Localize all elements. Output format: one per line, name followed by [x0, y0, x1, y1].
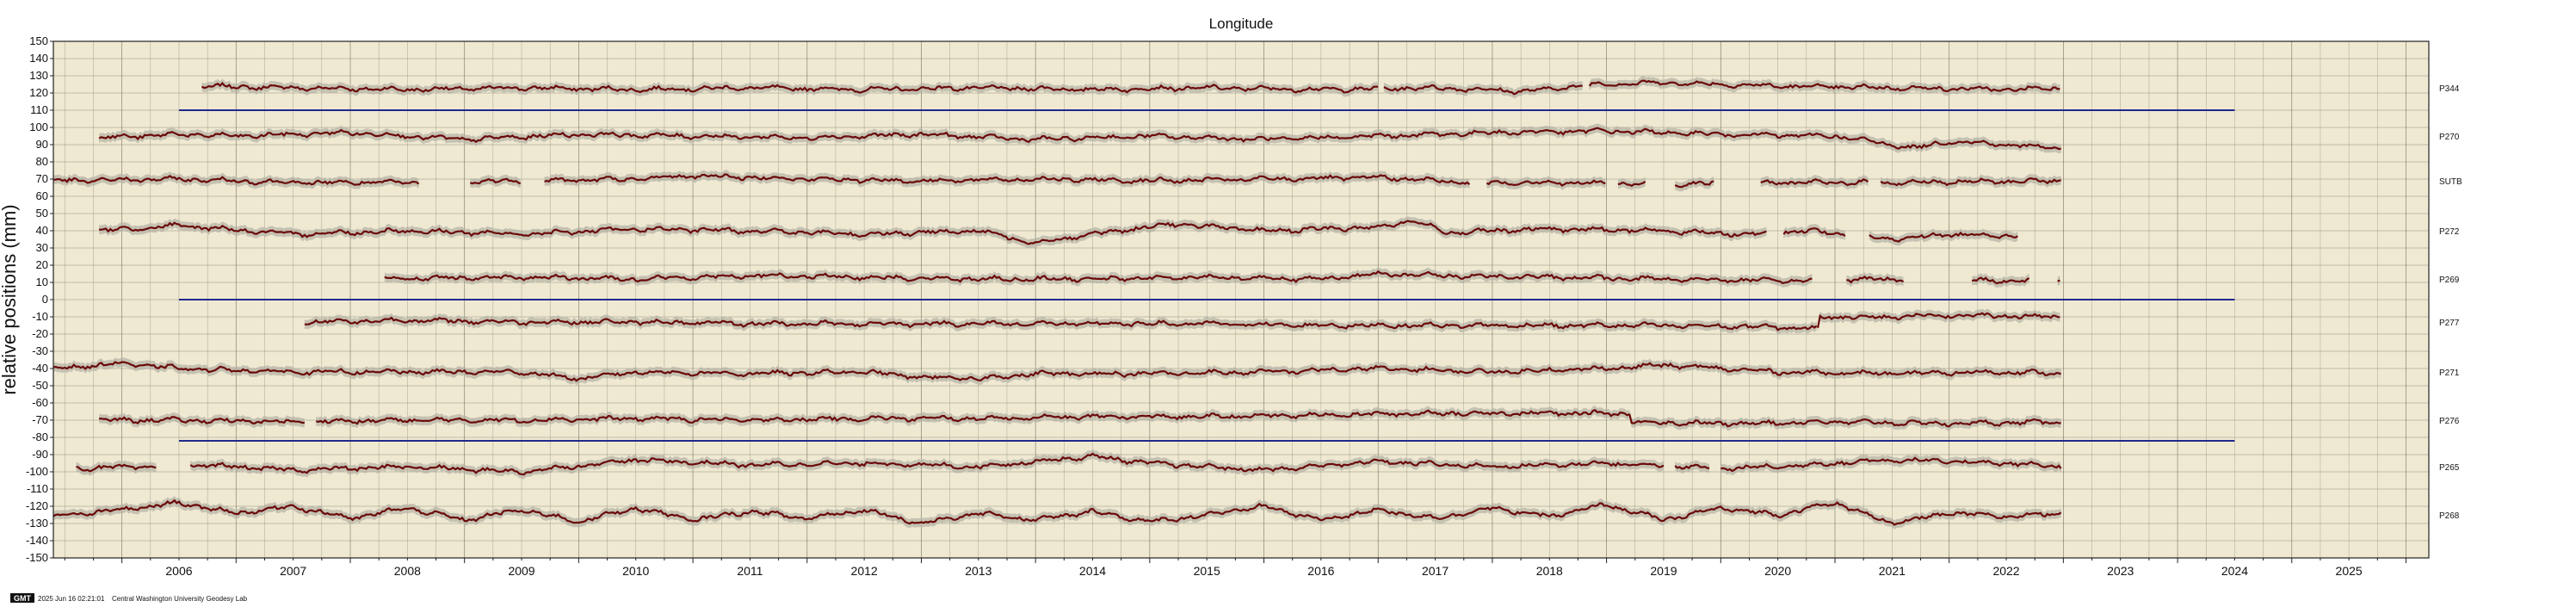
footer-timestamp: 2025 Jun 16 02:21:01 [38, 595, 105, 603]
y-tick-label: -60 [32, 396, 48, 409]
y-tick-label: -20 [32, 327, 48, 340]
y-tick-label: 150 [29, 34, 48, 47]
x-tick-label: 2020 [1764, 564, 1791, 578]
x-tick-label: 2021 [1879, 564, 1906, 578]
station-labels: P344 P270 SUTB P272 P269 P277 P271 P276 P265 P268 [2439, 84, 2462, 521]
x-tick-label: 2010 [622, 564, 649, 578]
y-tick-label: 90 [36, 138, 48, 151]
y-axis-ticks: 1501401301201101009080706050403020100-10… [26, 34, 53, 564]
y-axis-label: relative positions (mm) [0, 204, 20, 394]
y-tick-label: 50 [36, 207, 48, 220]
station-label: SUTB [2439, 177, 2462, 187]
x-tick-label: 2008 [394, 564, 421, 578]
y-tick-label: -130 [26, 517, 48, 530]
y-tick-label: 10 [36, 276, 48, 288]
station-label: P272 [2439, 227, 2460, 237]
x-tick-label: 2019 [1650, 564, 1677, 578]
y-tick-label: -150 [26, 551, 48, 564]
series-line [2057, 279, 2060, 282]
x-tick-label: 2006 [165, 564, 192, 578]
x-tick-label: 2023 [2107, 564, 2134, 578]
y-tick-label: -10 [32, 310, 48, 323]
y-tick-label: 80 [36, 155, 48, 168]
station-label: P265 [2439, 463, 2460, 473]
x-tick-label: 2016 [1307, 564, 1334, 578]
x-tick-label: 2025 [2336, 564, 2363, 578]
y-tick-label: -70 [32, 413, 48, 426]
y-tick-label: 100 [29, 121, 48, 133]
gmt-logo-text: GMT [14, 594, 31, 603]
station-label: P270 [2439, 133, 2460, 142]
y-tick-label: -30 [32, 344, 48, 357]
x-tick-label: 2012 [851, 564, 878, 578]
x-tick-label: 2024 [2221, 564, 2248, 578]
y-tick-label: 0 [42, 293, 48, 306]
x-tick-label: 2022 [1992, 564, 2019, 578]
x-tick-label: 2015 [1194, 564, 1220, 578]
x-tick-label: 2017 [1422, 564, 1449, 578]
y-tick-label: -50 [32, 379, 48, 392]
footer: GMT 2025 Jun 16 02:21:01 Central Washing… [10, 593, 248, 603]
y-tick-label: 130 [29, 69, 48, 82]
y-tick-label: -120 [26, 499, 48, 512]
station-label: P269 [2439, 276, 2460, 285]
y-tick-label: -110 [27, 482, 48, 495]
y-tick-label: 70 [36, 172, 48, 185]
station-label: P276 [2439, 417, 2460, 426]
y-tick-label: 20 [36, 258, 48, 271]
y-tick-label: 30 [36, 241, 48, 254]
x-tick-label: 2013 [965, 564, 991, 578]
y-tick-label: 140 [29, 52, 48, 65]
footer-credit: Central Washington University Geodesy La… [112, 595, 248, 603]
x-tick-label: 2011 [737, 564, 763, 578]
station-label: P277 [2439, 319, 2460, 328]
y-tick-label: -90 [32, 448, 48, 461]
station-label: P268 [2439, 511, 2460, 521]
longitude-chart: 1501401301201101009080706050403020100-10… [0, 15, 2462, 603]
station-label: P344 [2439, 84, 2460, 94]
x-tick-label: 2014 [1079, 564, 1106, 578]
y-tick-label: 120 [29, 86, 48, 99]
y-tick-label: -140 [26, 534, 48, 547]
y-tick-label: -100 [26, 465, 48, 478]
x-axis-ticks: 2006 2007 2008 2009 2010 2011 2012 2013 2014 2015… [64, 558, 2406, 578]
y-tick-label: -40 [32, 362, 48, 375]
y-tick-label: 60 [36, 189, 48, 202]
station-label: P271 [2439, 369, 2460, 378]
y-tick-label: 110 [30, 103, 48, 116]
x-tick-label: 2007 [280, 564, 306, 578]
x-tick-label: 2018 [1536, 564, 1563, 578]
x-tick-label: 2009 [508, 564, 534, 578]
y-tick-label: -80 [32, 430, 48, 443]
chart-title: Longitude [1209, 15, 1274, 32]
y-tick-label: 40 [36, 224, 48, 237]
